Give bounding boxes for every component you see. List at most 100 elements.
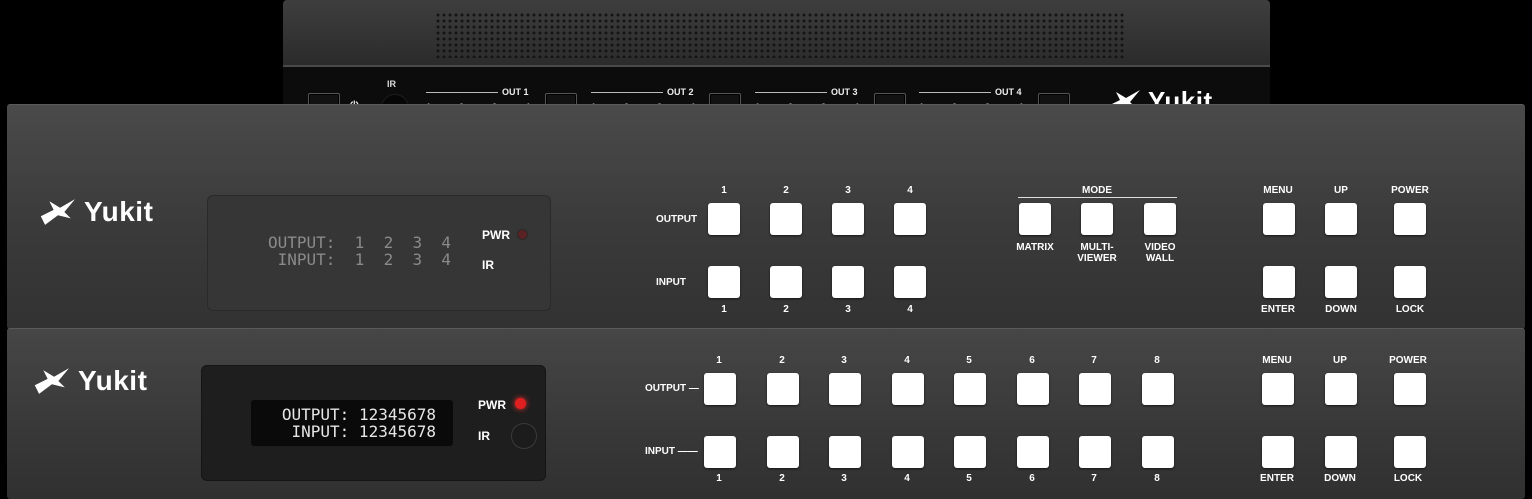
bottom-menu-label: MENU xyxy=(1262,355,1292,366)
bottom-output-button-1[interactable] xyxy=(704,373,736,405)
input-number: 1 xyxy=(716,473,722,484)
bottom-enter-button[interactable] xyxy=(1262,436,1294,468)
bottom-ir-sensor xyxy=(511,423,537,449)
bottom-output-button-2[interactable] xyxy=(767,373,799,405)
mode-title: MODE xyxy=(1082,185,1112,196)
middle-unit-logo: Yukit xyxy=(38,196,153,228)
middle-input-button-3[interactable] xyxy=(832,266,864,298)
bottom-lock-label: LOCK xyxy=(1393,473,1423,484)
bottom-pwr-led xyxy=(515,398,526,409)
bottom-input-button-5[interactable] xyxy=(954,436,986,468)
middle-menu-button[interactable] xyxy=(1263,203,1295,235)
middle-input-button-1[interactable] xyxy=(708,266,740,298)
output-number: 7 xyxy=(1091,355,1097,366)
input-number: 5 xyxy=(966,473,972,484)
bottom-up-label: UP xyxy=(1333,355,1347,366)
bottom-menu-button[interactable] xyxy=(1262,373,1294,405)
bottom-down-label: DOWN xyxy=(1324,473,1356,484)
middle-enter-label: ENTER xyxy=(1261,304,1295,315)
middle-input-button-2[interactable] xyxy=(770,266,802,298)
bottom-output-button-6[interactable] xyxy=(1017,373,1049,405)
middle-power-label: POWER xyxy=(1391,185,1429,196)
output-number: 5 xyxy=(966,355,972,366)
middle-power-button[interactable] xyxy=(1394,203,1426,235)
bottom-input-button-4[interactable] xyxy=(892,436,924,468)
output-number: 2 xyxy=(783,185,789,196)
mode-videowall-label: VIDEO WALL xyxy=(1144,242,1176,264)
bottom-input-button-8[interactable] xyxy=(1142,436,1174,468)
middle-up-label: UP xyxy=(1334,185,1348,196)
output-number: 1 xyxy=(721,185,727,196)
mode-multiviewer-button[interactable] xyxy=(1081,203,1113,235)
middle-down-button[interactable] xyxy=(1325,266,1357,298)
middle-pwr-led xyxy=(517,229,528,240)
middle-output-button-2[interactable] xyxy=(770,203,802,235)
middle-lock-button[interactable] xyxy=(1394,266,1426,298)
bird-logo-icon xyxy=(40,199,76,225)
middle-output-label: OUTPUT xyxy=(656,214,698,225)
middle-up-button[interactable] xyxy=(1325,203,1357,235)
bottom-input-button-7[interactable] xyxy=(1079,436,1111,468)
input-number: 1 xyxy=(721,304,727,315)
bottom-output-button-4[interactable] xyxy=(892,373,924,405)
output-number: 6 xyxy=(1029,355,1035,366)
bottom-up-button[interactable] xyxy=(1325,373,1357,405)
bottom-lcd-text: OUTPUT: 12345678 INPUT: 12345678 xyxy=(281,405,436,441)
bottom-input-button-2[interactable] xyxy=(767,436,799,468)
middle-input-button-4[interactable] xyxy=(894,266,926,298)
out-label: OUT 4 xyxy=(995,87,1022,97)
output-number: 3 xyxy=(841,355,847,366)
output-number: 4 xyxy=(904,355,910,366)
bottom-output-label: OUTPUT — xyxy=(645,383,699,394)
input-number: 2 xyxy=(779,473,785,484)
output-number: 4 xyxy=(907,185,913,196)
middle-menu-label: MENU xyxy=(1263,185,1293,196)
output-number: 1 xyxy=(716,355,722,366)
input-number: 4 xyxy=(907,304,913,315)
input-number: 4 xyxy=(904,473,910,484)
out-label: OUT 1 xyxy=(502,87,529,97)
bottom-output-button-8[interactable] xyxy=(1142,373,1174,405)
output-number: 3 xyxy=(845,185,851,196)
middle-enter-button[interactable] xyxy=(1263,266,1295,298)
bottom-input-label: INPUT —— xyxy=(645,446,698,457)
bottom-input-button-3[interactable] xyxy=(829,436,861,468)
input-number: 3 xyxy=(841,473,847,484)
middle-output-button-3[interactable] xyxy=(832,203,864,235)
bottom-power-label: POWER xyxy=(1389,355,1427,366)
middle-output-button-4[interactable] xyxy=(894,203,926,235)
top-unit-vent-grille xyxy=(435,12,1125,58)
input-number: 3 xyxy=(845,304,851,315)
middle-pwr-label: PWR xyxy=(482,228,510,242)
input-number: 8 xyxy=(1154,473,1160,484)
middle-input-label: INPUT xyxy=(656,277,686,288)
middle-down-label: DOWN xyxy=(1325,304,1357,315)
out-label: OUT 3 xyxy=(831,87,858,97)
output-number: 8 xyxy=(1154,355,1160,366)
bottom-ir-label: IR xyxy=(478,429,490,443)
bottom-pwr-label: PWR xyxy=(478,398,506,412)
bottom-lock-button[interactable] xyxy=(1394,436,1426,468)
bottom-unit-logo: Yukit xyxy=(32,365,147,397)
bottom-input-button-1[interactable] xyxy=(704,436,736,468)
mode-multiviewer-label: MULTI- VIEWER xyxy=(1077,242,1117,264)
middle-lock-label: LOCK xyxy=(1395,304,1425,315)
middle-output-button-1[interactable] xyxy=(708,203,740,235)
mode-divider xyxy=(1018,197,1177,198)
bottom-down-button[interactable] xyxy=(1325,436,1357,468)
output-number: 2 xyxy=(779,355,785,366)
middle-lcd-text: OUTPUT: 1 2 3 4 INPUT: 1 2 3 4 xyxy=(267,233,451,269)
input-number: 6 xyxy=(1029,473,1035,484)
input-number: 7 xyxy=(1091,473,1097,484)
mode-matrix-label: MATRIX xyxy=(1016,242,1054,253)
bottom-output-button-7[interactable] xyxy=(1079,373,1111,405)
bottom-output-button-3[interactable] xyxy=(829,373,861,405)
bottom-power-button[interactable] xyxy=(1394,373,1426,405)
out-label: OUT 2 xyxy=(667,87,694,97)
top-ir-label: IR xyxy=(387,79,396,89)
mode-matrix-button[interactable] xyxy=(1019,203,1051,235)
bottom-input-button-6[interactable] xyxy=(1017,436,1049,468)
middle-ir-label: IR xyxy=(482,258,494,272)
mode-videowall-button[interactable] xyxy=(1144,203,1176,235)
bottom-output-button-5[interactable] xyxy=(954,373,986,405)
